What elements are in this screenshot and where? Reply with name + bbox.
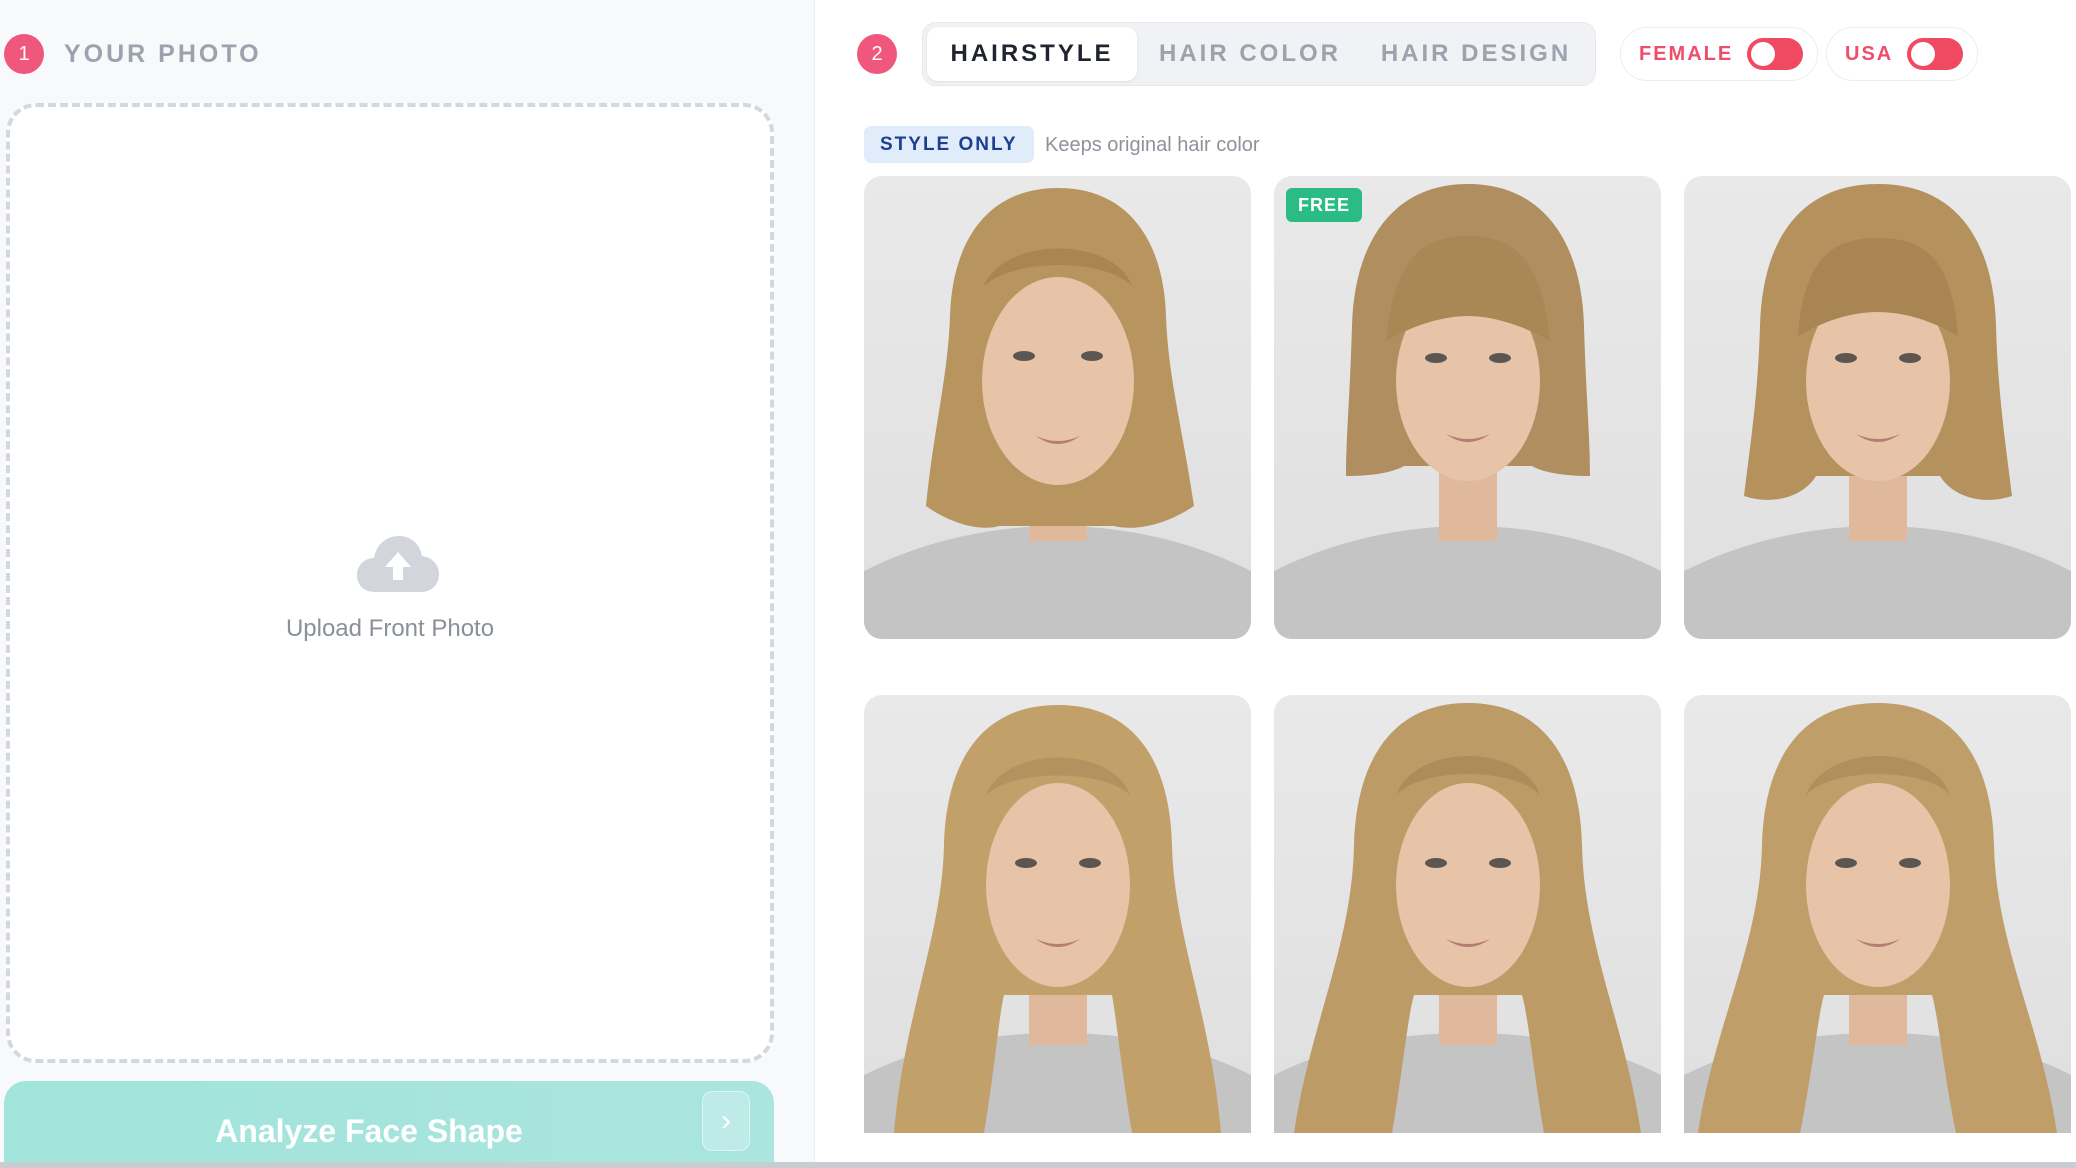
- switch-knob: [1751, 42, 1776, 66]
- hairstyle-card[interactable]: [1684, 176, 2071, 639]
- style-note: Keeps original hair color: [1045, 134, 1260, 156]
- style-category-tabs: HAIRSTYLE HAIR COLOR HAIR DESIGN: [922, 22, 1596, 86]
- gender-switch[interactable]: [1747, 38, 1804, 70]
- section-title: YOUR PHOTO: [64, 39, 262, 68]
- horizontal-scrollbar[interactable]: [0, 1162, 2076, 1168]
- hairstyle-preview-image: [864, 705, 1251, 1133]
- tab-hair-design[interactable]: HAIR DESIGN: [1363, 27, 1589, 81]
- region-toggle-label: USA: [1845, 42, 1894, 65]
- tab-hair-color[interactable]: HAIR COLOR: [1137, 27, 1363, 81]
- hairstyle-preview-image: [1274, 703, 1661, 1133]
- free-badge: FREE: [1286, 188, 1363, 222]
- hairstyle-card[interactable]: [864, 176, 1251, 639]
- step-1-header: 1 YOUR PHOTO: [4, 34, 262, 74]
- region-switch[interactable]: [1907, 38, 1964, 70]
- cloud-upload-icon: [357, 536, 439, 592]
- hairstyle-preview-image: [1274, 184, 1661, 639]
- photo-panel: 1 YOUR PHOTO Upload Front Photo Analyze …: [0, 0, 815, 1168]
- hairstyle-card[interactable]: [1274, 695, 1661, 1133]
- photo-dropzone[interactable]: Upload Front Photo: [6, 103, 774, 1063]
- upload-label: Upload Front Photo: [285, 615, 495, 642]
- gender-toggle-label: FEMALE: [1639, 42, 1734, 65]
- hairstyle-preview-image: [1684, 184, 2071, 639]
- hairstyle-preview-image: [1684, 703, 2071, 1133]
- hairstyle-card[interactable]: FREE: [1274, 176, 1661, 639]
- hairstyle-preview-image: [864, 188, 1251, 639]
- step-number-badge: 2: [857, 34, 897, 74]
- tab-hairstyle[interactable]: HAIRSTYLE: [927, 27, 1137, 81]
- step-number-badge: 1: [4, 34, 44, 74]
- analyze-face-shape-button[interactable]: Analyze Face Shape ›: [4, 1081, 774, 1168]
- switch-knob: [1911, 42, 1936, 66]
- analyze-button-label: Analyze Face Shape: [215, 1113, 523, 1149]
- style-only-badge: STYLE ONLY: [864, 126, 1034, 163]
- region-toggle[interactable]: USA: [1826, 27, 1979, 81]
- step-2-header: 2: [857, 34, 897, 74]
- gender-toggle[interactable]: FEMALE: [1620, 27, 1819, 81]
- hairstyle-card[interactable]: [864, 695, 1251, 1133]
- hairstyle-card[interactable]: [1684, 695, 2071, 1133]
- chevron-right-icon: ›: [702, 1091, 750, 1151]
